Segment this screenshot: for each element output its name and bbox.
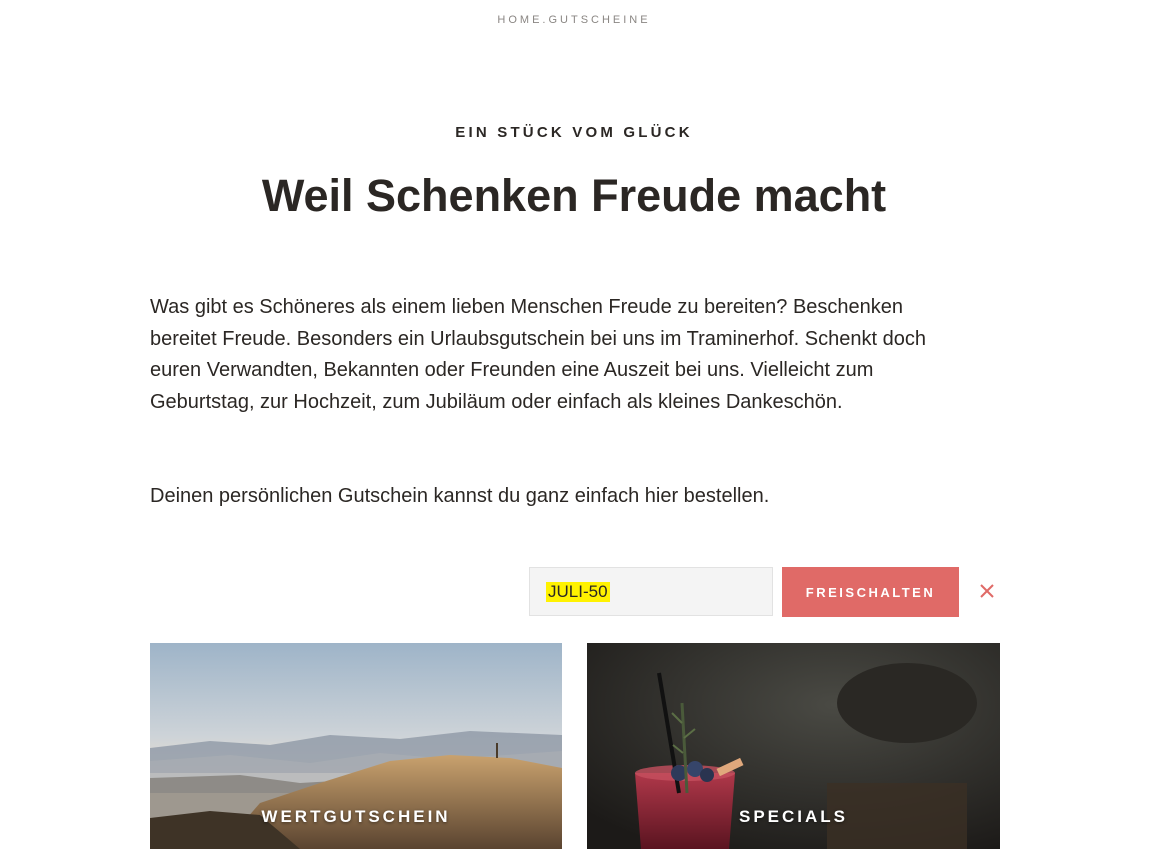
page-title: Weil Schenken Freude macht [261, 170, 887, 221]
gutscheine-page: HOME.GUTSCHEINE EIN STÜCK VOM GLÜCK Weil… [0, 0, 1170, 849]
card-label-wertgutschein: WERTGUTSCHEIN [261, 807, 451, 826]
voucher-card-value[interactable]: WERTGUTSCHEIN [150, 643, 562, 849]
breadcrumb-current: GUTSCHEINE [548, 14, 651, 26]
breadcrumb: HOME.GUTSCHEINE [0, 14, 1148, 26]
breadcrumb-home-link[interactable]: HOME [497, 14, 542, 26]
voucher-code-input[interactable]: JULI-50 [529, 567, 773, 616]
unlock-button[interactable]: FREISCHALTEN [782, 567, 959, 617]
section-kicker: EIN STÜCK VOM GLÜCK [455, 124, 693, 141]
voucher-code-value: JULI-50 [546, 581, 610, 602]
intro-paragraph: Was gibt es Schöneres als einem lieben M… [150, 296, 926, 413]
close-icon[interactable] [977, 581, 997, 601]
order-paragraph: Deinen persönlichen Gutschein kannst du … [150, 485, 770, 507]
card-label-specials: SPECIALS [738, 807, 849, 826]
voucher-card-specials[interactable]: SPECIALS [587, 643, 1000, 849]
